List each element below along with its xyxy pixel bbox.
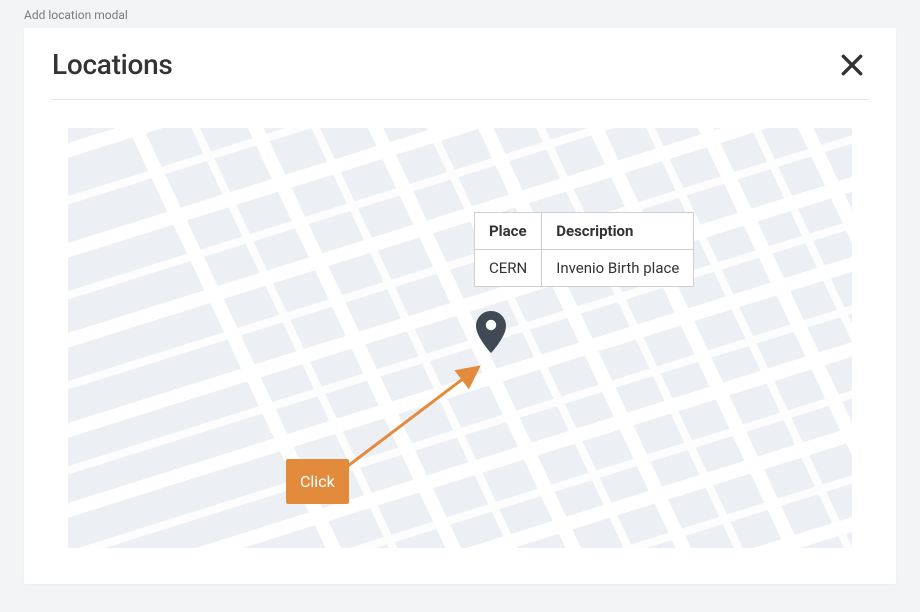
click-badge: Click: [286, 459, 349, 504]
location-popup: Place Description CERN Invenio Birth pla…: [474, 212, 694, 287]
close-button[interactable]: [836, 49, 868, 81]
page-container: Add location modal Locations: [0, 0, 920, 608]
cell-place: CERN: [475, 250, 542, 287]
figure-caption: Add location modal: [24, 0, 896, 28]
map-area[interactable]: Place Description CERN Invenio Birth pla…: [68, 128, 852, 548]
col-header-description: Description: [542, 213, 694, 250]
modal-title: Locations: [52, 48, 173, 81]
close-icon: [839, 52, 865, 78]
cell-description: Invenio Birth place: [542, 250, 694, 287]
table-row: CERN Invenio Birth place: [475, 250, 694, 287]
add-location-modal: Locations: [24, 28, 896, 584]
table-header-row: Place Description: [475, 213, 694, 250]
modal-body: Place Description CERN Invenio Birth pla…: [52, 100, 868, 584]
col-header-place: Place: [475, 213, 542, 250]
modal-header: Locations: [52, 28, 868, 100]
map-background: [68, 128, 852, 548]
